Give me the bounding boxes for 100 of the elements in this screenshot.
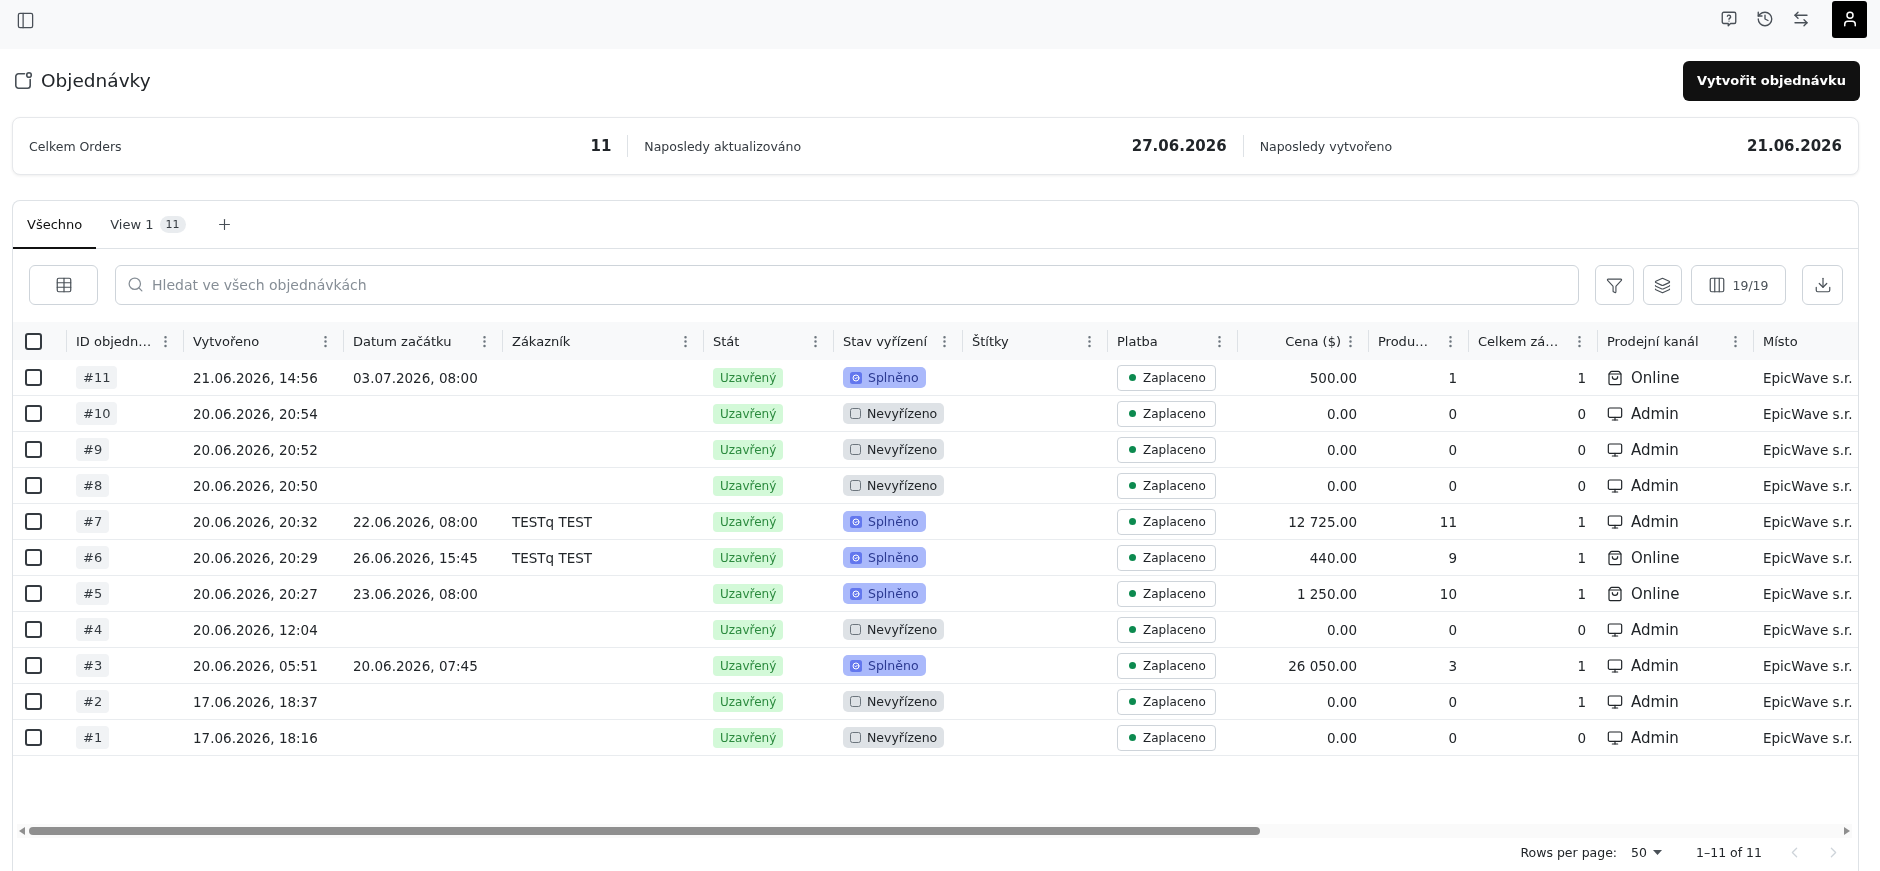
table-cell-text: 1	[1447, 368, 1458, 388]
payment-status-badge: Zaplaceno	[1117, 436, 1216, 463]
payment-status-badge: Zaplaceno	[1117, 616, 1216, 643]
column-header: Produ…	[1378, 333, 1429, 349]
table-cell-text: EpicWave s.r.	[1762, 620, 1854, 640]
table-cell-text: 0.00	[1325, 404, 1358, 424]
monitor-icon	[1607, 477, 1623, 494]
scroll-left-arrow-icon[interactable]	[19, 827, 25, 835]
help-icon[interactable]	[1720, 10, 1738, 28]
payment-status-badge: Zaplaceno	[1117, 688, 1216, 715]
order-id-badge[interactable]: #2	[76, 690, 110, 713]
search-field[interactable]: Hledat ve všech objednávkách	[115, 265, 1579, 305]
scrollbar-thumb[interactable]	[29, 827, 1261, 835]
fulfillment-badge: Nevyřízeno	[843, 727, 945, 748]
create-order-button[interactable]: Vytvořit objednávku	[1683, 60, 1860, 101]
row-checkbox[interactable]	[25, 477, 42, 494]
swap-arrows-icon[interactable]	[1792, 10, 1810, 28]
row-checkbox[interactable]	[25, 693, 42, 710]
table-cell-text: 1	[1576, 368, 1587, 388]
table-cell-text: 20.06.2026, 20:54	[192, 404, 319, 424]
square-icon	[850, 624, 861, 635]
payment-status-badge: Zaplaceno	[1117, 364, 1216, 391]
payment-status-badge: Zaplaceno	[1117, 544, 1216, 571]
column-header: Zákazník	[512, 333, 571, 349]
status-badge: Uzavřený	[713, 619, 784, 640]
table-cell-text: 12 725.00	[1287, 512, 1358, 532]
sidebar-toggle-icon[interactable]	[16, 10, 35, 30]
search-icon	[127, 276, 144, 293]
scroll-right-arrow-icon[interactable]	[1844, 827, 1850, 835]
filter-button[interactable]	[1595, 265, 1634, 305]
column-header: Stav vyřízení	[843, 333, 928, 349]
payment-status-badge: Zaplaceno	[1117, 580, 1216, 607]
status-dot-icon	[1129, 482, 1136, 489]
select-all-checkbox[interactable]	[25, 332, 42, 350]
columns-button[interactable]: 19/19	[1691, 265, 1786, 305]
view-tab[interactable]: Všechno	[13, 201, 97, 249]
order-id-badge[interactable]: #8	[76, 474, 110, 497]
row-checkbox[interactable]	[25, 729, 42, 746]
rows-per-page-select[interactable]: 50	[1631, 845, 1662, 860]
table-cell-text: 22.06.2026, 08:00	[352, 512, 479, 532]
layers-button[interactable]	[1643, 265, 1682, 305]
row-checkbox[interactable]	[25, 621, 42, 638]
sales-channel-label: Admin	[1631, 404, 1679, 423]
page-range: 1–11 of 11	[1696, 845, 1762, 860]
fulfillment-badge: Nevyřízeno	[843, 403, 945, 424]
sales-channel-label: Admin	[1631, 728, 1679, 747]
stat-label: Celkem Orders	[29, 138, 122, 154]
table-cell-text: EpicWave s.r.	[1762, 548, 1854, 568]
table-cell-text: EpicWave s.r.	[1762, 656, 1854, 676]
order-id-badge[interactable]: #6	[76, 546, 110, 569]
rows-per-page-label: Rows per page:	[1520, 845, 1618, 860]
row-checkbox[interactable]	[25, 441, 42, 458]
status-dot-icon	[1129, 446, 1136, 453]
payment-status-badge: Zaplaceno	[1117, 724, 1216, 751]
table-cell-text: 9	[1447, 548, 1458, 568]
row-checkbox[interactable]	[25, 405, 42, 422]
table-cell-text: EpicWave s.r.	[1762, 728, 1854, 748]
user-menu-button[interactable]	[1832, 0, 1867, 38]
shopping-bag-icon	[1607, 585, 1623, 602]
row-checkbox[interactable]	[25, 585, 42, 602]
table-cell-text: 0	[1576, 620, 1587, 640]
table-cell-text: 0	[1576, 404, 1587, 424]
check-circle-icon	[850, 587, 862, 600]
order-id-badge[interactable]: #9	[76, 438, 110, 461]
order-id-badge[interactable]: #3	[76, 654, 110, 677]
monitor-icon	[1607, 405, 1623, 422]
order-id-badge[interactable]: #4	[76, 618, 110, 641]
shopping-bag-icon	[1607, 549, 1623, 566]
order-id-badge[interactable]: #10	[76, 402, 118, 425]
order-id-badge[interactable]: #7	[76, 510, 110, 533]
history-icon[interactable]	[1756, 10, 1774, 28]
fulfillment-badge: Nevyřízeno	[843, 619, 945, 640]
monitor-icon	[1607, 693, 1623, 710]
row-checkbox[interactable]	[25, 513, 42, 530]
monitor-icon	[1607, 729, 1623, 746]
row-checkbox[interactable]	[25, 549, 42, 566]
status-badge: Uzavřený	[713, 475, 784, 496]
table-cell-text: EpicWave s.r.	[1762, 368, 1854, 388]
table-cell-text: 26.06.2026, 15:45	[352, 548, 479, 568]
view-tab[interactable]: View 1 11	[96, 201, 200, 249]
order-id-badge[interactable]: #5	[76, 582, 110, 605]
sales-channel-label: Admin	[1631, 656, 1679, 675]
horizontal-scrollbar[interactable]	[17, 824, 1852, 838]
row-checkbox[interactable]	[25, 369, 42, 386]
table-cell-text: TESTq TEST	[511, 548, 594, 568]
column-header: Cena ($)	[1285, 333, 1341, 349]
table-cell-text: 20.06.2026, 07:45	[352, 656, 479, 676]
row-checkbox[interactable]	[25, 657, 42, 674]
table-cell-text: 20.06.2026, 20:29	[192, 548, 319, 568]
table-cell-text: 1	[1576, 656, 1587, 676]
table-cell-text: 17.06.2026, 18:16	[192, 728, 319, 748]
monitor-icon	[1607, 657, 1623, 674]
table-cell-text: 0.00	[1325, 692, 1358, 712]
order-id-badge[interactable]: #11	[76, 366, 118, 389]
table-cell-text: 0	[1576, 728, 1587, 748]
table-view-button[interactable]	[29, 265, 98, 305]
download-button[interactable]	[1802, 265, 1843, 305]
status-dot-icon	[1129, 626, 1136, 633]
order-id-badge[interactable]: #1	[76, 726, 110, 749]
table-cell-text: EpicWave s.r.	[1762, 404, 1854, 424]
